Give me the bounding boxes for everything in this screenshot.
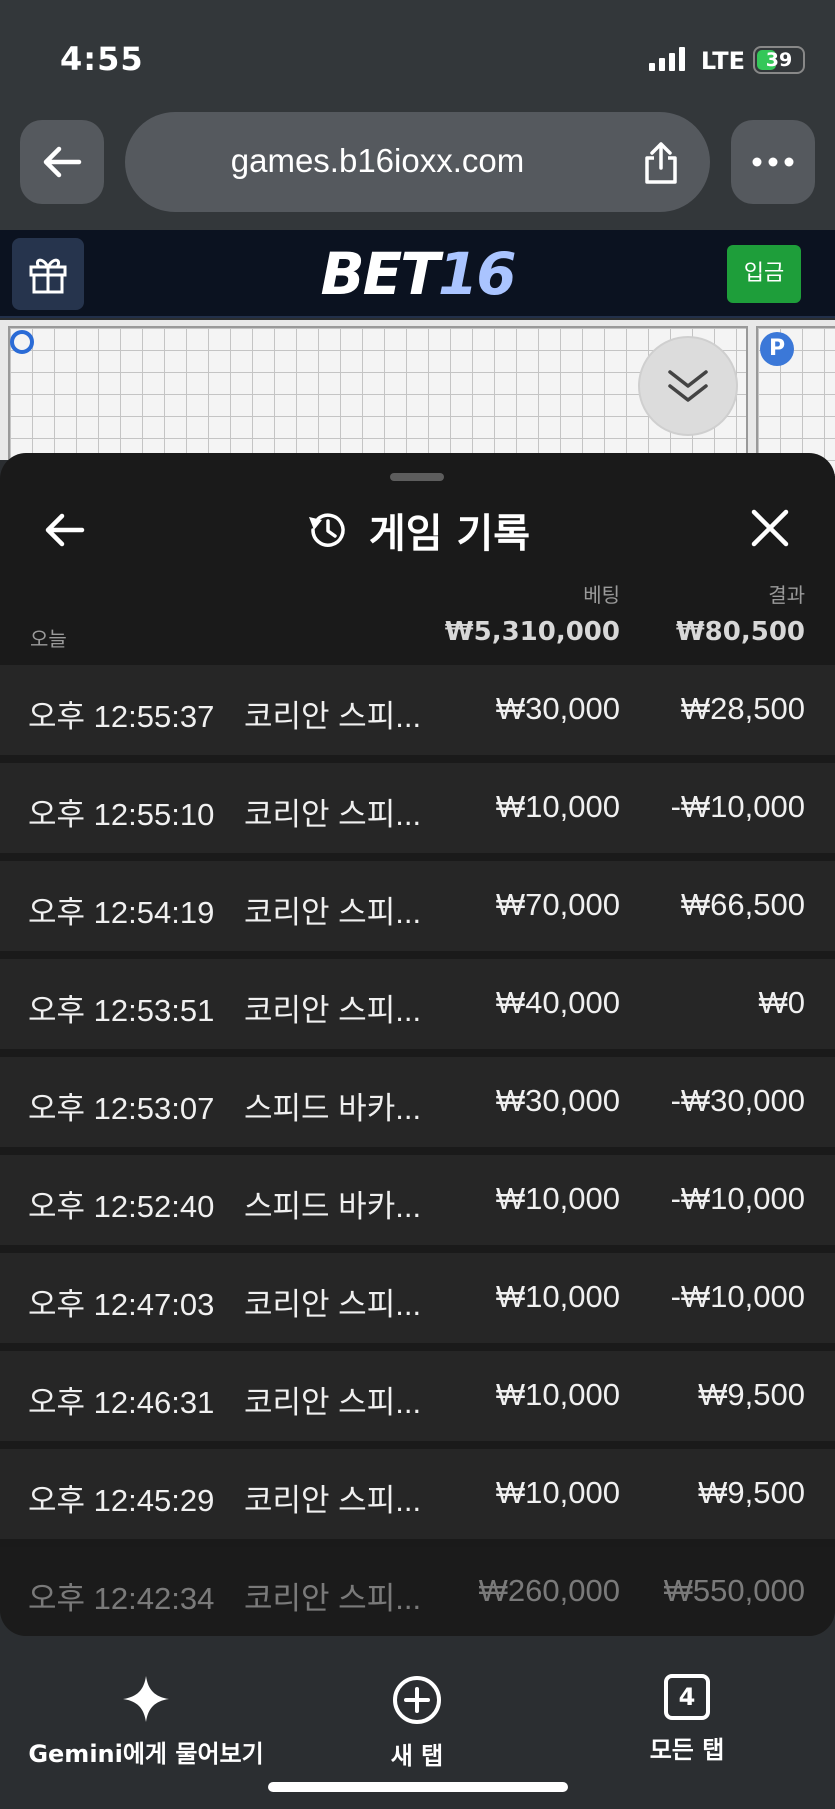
history-row[interactable]: 오후 12:53:07 스피드 바카... ₩30,000 -₩30,000 (0, 1057, 835, 1147)
history-list: 오후 12:55:37 코리안 스피... ₩30,000 ₩28,500 오후… (0, 665, 835, 1636)
row-time: 오후 12:53:07 (28, 1091, 215, 1126)
site-logo[interactable]: BET16 (0, 240, 835, 308)
history-row[interactable]: 오후 12:55:10 코리안 스피... ₩10,000 -₩10,000 (0, 763, 835, 853)
row-game: 코리안 스피... (244, 993, 422, 1028)
row-time: 오후 12:53:51 (28, 993, 215, 1028)
row-bet: ₩10,000 (495, 789, 620, 824)
all-tabs-label: 모든 탭 (649, 1736, 725, 1764)
browser-toolbar: games.b16ioxx.com (0, 110, 835, 230)
total-bet: ₩5,310,000 (444, 617, 620, 647)
row-game: 코리안 스피... (244, 1287, 422, 1322)
share-icon[interactable] (642, 140, 680, 186)
today-label: 오늘 (30, 627, 67, 651)
row-result: ₩9,500 (698, 1377, 805, 1412)
gemini-button[interactable]: Gemini에게 물어보기 (28, 1674, 264, 1769)
status-bar: 4:55 LTE 39 (0, 0, 835, 110)
row-result: ₩0 (758, 985, 806, 1020)
history-row[interactable]: 오후 12:54:19 코리안 스피... ₩70,000 ₩66,500 (0, 861, 835, 951)
row-result: -₩10,000 (670, 1181, 805, 1216)
history-icon (308, 513, 345, 547)
row-result: ₩28,500 (680, 691, 805, 726)
row-bet: ₩10,000 (495, 1377, 620, 1412)
home-indicator[interactable] (268, 1782, 568, 1792)
panel-title: 게임 기록 (368, 511, 531, 557)
history-row[interactable]: 오후 12:53:51 코리안 스피... ₩40,000 ₩0 (0, 959, 835, 1049)
url-text: games.b16ioxx.com (230, 142, 525, 179)
row-game: 코리안 스피... (244, 1385, 422, 1420)
arrow-left-icon (43, 146, 82, 178)
row-bet: ₩10,000 (495, 1181, 620, 1216)
row-result: ₩550,000 (663, 1573, 805, 1608)
history-row[interactable]: 오후 12:42:34 코리안 스피... ₩260,000 ₩550,000 (0, 1547, 835, 1636)
row-bet: ₩10,000 (495, 1279, 620, 1314)
tab-count: 4 (678, 1683, 696, 1711)
battery-icon: 39 (753, 46, 805, 74)
status-time: 4:55 (60, 40, 144, 78)
browser-menu-button[interactable] (731, 120, 815, 204)
new-tab-label: 새 탭 (390, 1742, 444, 1770)
row-game: 코리안 스피... (244, 895, 422, 930)
row-bet: ₩30,000 (495, 1083, 620, 1118)
row-game: 코리안 스피... (244, 1581, 422, 1616)
all-tabs-button[interactable]: 4 모든 탭 (630, 1674, 744, 1765)
row-result: -₩10,000 (670, 1279, 805, 1314)
signal-icon (649, 47, 685, 71)
column-header-result: 결과 (768, 583, 805, 607)
history-row[interactable]: 오후 12:55:37 코리안 스피... ₩30,000 ₩28,500 (0, 665, 835, 755)
tab-count-icon: 4 (664, 1674, 710, 1720)
player-marker: P (760, 332, 794, 366)
game-area: P (0, 320, 835, 476)
row-time: 오후 12:45:29 (28, 1483, 215, 1518)
panel-header: 게임 기록 (0, 501, 835, 559)
row-bet: ₩40,000 (495, 985, 620, 1020)
gemini-label: Gemini에게 물어보기 (28, 1740, 264, 1768)
battery-percent: 39 (765, 49, 793, 71)
row-time: 오후 12:54:19 (28, 895, 215, 930)
row-game: 코리안 스피... (244, 797, 422, 832)
row-game: 코리안 스피... (244, 1483, 422, 1518)
history-row[interactable]: 오후 12:45:29 코리안 스피... ₩10,000 ₩9,500 (0, 1449, 835, 1539)
row-result: -₩10,000 (670, 789, 805, 824)
double-chevron-down-icon (668, 370, 708, 402)
row-time: 오후 12:46:31 (28, 1385, 215, 1420)
row-time: 오후 12:55:37 (28, 699, 215, 734)
row-result: ₩9,500 (698, 1475, 805, 1510)
collapse-button[interactable] (638, 336, 738, 436)
row-bet: ₩260,000 (478, 1573, 620, 1608)
row-result: ₩66,500 (680, 887, 805, 922)
row-time: 오후 12:52:40 (28, 1189, 215, 1224)
gemini-sparkle-icon (123, 1676, 169, 1722)
history-row[interactable]: 오후 12:52:40 스피드 바카... ₩10,000 -₩10,000 (0, 1155, 835, 1245)
column-header-bet: 베팅 (583, 583, 620, 607)
row-game: 코리안 스피... (244, 699, 422, 734)
row-bet: ₩30,000 (495, 691, 620, 726)
row-game: 스피드 바카... (244, 1189, 422, 1224)
game-history-panel: 게임 기록 베팅 결과 오늘 ₩5,310,000 ₩80,500 오후 12:… (0, 453, 835, 1636)
row-bet: ₩70,000 (495, 887, 620, 922)
row-result: -₩30,000 (670, 1083, 805, 1118)
logo-text-16: 16 (437, 240, 517, 308)
history-row[interactable]: 오후 12:46:31 코리안 스피... ₩10,000 ₩9,500 (0, 1351, 835, 1441)
more-dots-icon (752, 157, 794, 167)
row-bet: ₩10,000 (495, 1475, 620, 1510)
new-tab-button[interactable]: 새 탭 (360, 1674, 474, 1771)
site-header: BET16 입금 (0, 230, 835, 318)
history-row[interactable]: 오후 12:47:03 코리안 스피... ₩10,000 -₩10,000 (0, 1253, 835, 1343)
logo-text-bet: BET (320, 240, 439, 308)
road-circle-marker (10, 330, 34, 354)
plus-circle-icon (393, 1676, 441, 1724)
drag-handle[interactable] (390, 473, 444, 481)
row-game: 스피드 바카... (244, 1091, 422, 1126)
row-time: 오후 12:47:03 (28, 1287, 215, 1322)
network-label: LTE (700, 47, 745, 75)
total-result: ₩80,500 (675, 617, 805, 647)
close-icon[interactable] (745, 503, 795, 553)
row-time: 오후 12:42:34 (28, 1581, 215, 1616)
row-time: 오후 12:55:10 (28, 797, 215, 832)
browser-back-button[interactable] (20, 120, 104, 204)
deposit-button[interactable]: 입금 (727, 245, 801, 303)
address-bar[interactable]: games.b16ioxx.com (125, 112, 710, 212)
